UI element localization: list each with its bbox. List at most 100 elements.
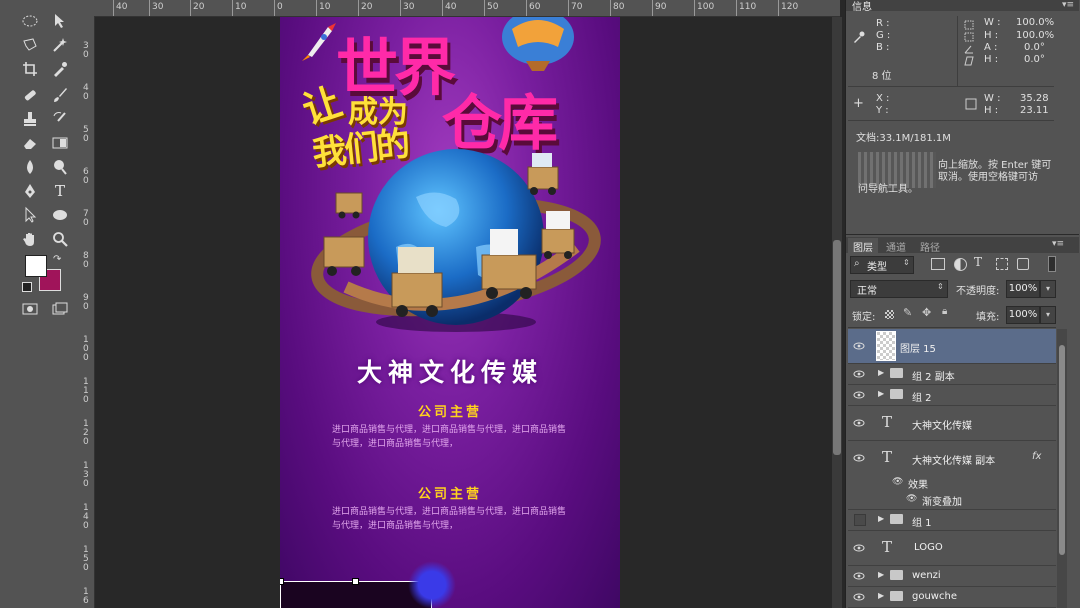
spot-healing-tool-icon[interactable] xyxy=(18,85,42,105)
filter-shape-icon[interactable] xyxy=(996,258,1008,270)
layer-row-wenzi[interactable]: ▶ wenzi xyxy=(848,566,1056,587)
layer-effects-fx-icon[interactable]: fx xyxy=(1032,451,1041,462)
layer-row-logo[interactable]: T LOGO xyxy=(848,531,1056,566)
filter-smart-object-icon[interactable] xyxy=(1017,258,1029,270)
opacity-input[interactable]: 100% xyxy=(1006,280,1040,298)
tab-paths[interactable]: 路径 xyxy=(920,239,940,254)
ruler-top-label: 70 xyxy=(571,2,583,12)
filter-type-icon[interactable]: T xyxy=(974,255,982,269)
filter-toggle[interactable] xyxy=(1048,256,1056,272)
layer-row-group2-copy[interactable]: ▶ 组 2 副本 xyxy=(848,364,1056,385)
tab-channels[interactable]: 通道 xyxy=(886,239,906,254)
company-name: 大神文化传媒 xyxy=(356,358,543,387)
effect-eye-icon[interactable]: 👁︎ xyxy=(906,494,917,504)
ruler-top-label: 50 xyxy=(487,2,499,12)
lock-all-icon[interactable]: 🔒︎ xyxy=(942,306,947,317)
type-tool-icon[interactable]: T xyxy=(48,181,72,201)
swap-colors-icon[interactable]: ↷ xyxy=(53,254,61,265)
folder-icon xyxy=(890,591,903,601)
info-panel-menu-icon[interactable]: ▾≡ xyxy=(1062,0,1074,10)
fill-input[interactable]: 100% xyxy=(1006,306,1040,324)
text-layer-icon: T xyxy=(882,413,893,431)
transform-handle-tl[interactable] xyxy=(280,578,284,585)
history-brush-tool-icon[interactable] xyxy=(48,109,72,129)
pen-tool-icon[interactable] xyxy=(18,181,42,201)
h2-label: H : xyxy=(984,54,999,65)
gradient-overlay-row[interactable]: 👁︎ 渐变叠加 xyxy=(848,492,1056,510)
screen-mode-icon[interactable] xyxy=(48,299,72,319)
visibility-eye-icon[interactable] xyxy=(852,451,866,465)
visibility-eye-icon[interactable] xyxy=(852,339,866,353)
ruler-top-tick xyxy=(652,0,653,16)
lasso-tool-icon[interactable] xyxy=(18,35,42,55)
layer-row-group2[interactable]: ▶ 组 2 xyxy=(848,385,1056,406)
ruler-top-tick xyxy=(316,0,317,16)
blend-mode-select[interactable]: 正常 ⇕ xyxy=(850,280,948,298)
filter-adjustment-icon[interactable] xyxy=(954,258,967,271)
elliptical-marquee-tool-icon[interactable] xyxy=(18,11,42,31)
visibility-eye-icon[interactable] xyxy=(852,541,866,555)
hand-tool-icon[interactable] xyxy=(18,229,42,249)
lock-transparent-icon[interactable] xyxy=(885,310,894,319)
lock-position-icon[interactable]: ✥ xyxy=(922,306,931,319)
eraser-tool-icon[interactable] xyxy=(18,133,42,153)
lock-pixels-icon[interactable]: ✎ xyxy=(903,306,912,319)
magic-wand-tool-icon[interactable] xyxy=(48,35,72,55)
visibility-eye-icon[interactable] xyxy=(852,569,866,583)
layer-row-gouwche[interactable]: ▶ gouwche xyxy=(848,587,1056,608)
brush-tool-icon[interactable] xyxy=(48,85,72,105)
expand-chevron-icon[interactable]: ▶ xyxy=(878,389,884,398)
ruler-top-label: 90 xyxy=(655,2,667,12)
filter-pixel-icon[interactable] xyxy=(931,258,945,270)
clone-stamp-tool-icon[interactable] xyxy=(18,109,42,129)
cart-5 xyxy=(527,153,559,195)
foreground-color-swatch[interactable] xyxy=(25,255,47,277)
dodge-tool-icon[interactable] xyxy=(48,157,72,177)
fill-dropdown-icon[interactable]: ▾ xyxy=(1040,306,1056,324)
tab-layers[interactable]: 图层 xyxy=(853,239,873,254)
expand-chevron-icon[interactable]: ▶ xyxy=(878,570,884,579)
ellipse-tool-icon[interactable] xyxy=(48,205,72,225)
info-tab[interactable]: 信息 xyxy=(852,0,872,13)
layer-row-company-text[interactable]: T 大神文化传媒 xyxy=(848,406,1056,441)
angle-icon xyxy=(964,45,973,54)
layer-row-layer15[interactable]: 图层 15 xyxy=(848,329,1056,364)
layer-filter-select[interactable]: ⌕ 类型 ⇕ xyxy=(850,256,914,274)
visibility-eye-icon[interactable] xyxy=(852,590,866,604)
canvas-scroll-thumb[interactable] xyxy=(833,240,841,455)
cart-1 xyxy=(323,236,365,276)
visibility-off-box[interactable] xyxy=(854,514,866,526)
folder-icon xyxy=(890,570,903,580)
ruler-left-label: 40 xyxy=(83,83,89,102)
move-tool-icon[interactable] xyxy=(48,11,72,31)
layer-row-company-text-copy[interactable]: T 大神文化传媒 副本 fx xyxy=(848,441,1056,475)
quick-mask-icon[interactable] xyxy=(18,299,42,319)
filter-search-icon: ⌕ xyxy=(854,258,860,269)
crop-tool-icon[interactable] xyxy=(18,59,42,79)
poster-document[interactable]: 让 世界 成为 我们的 仓库 大神文化传媒 公司主营 进口商品销售与代理，进口商… xyxy=(280,17,620,608)
ruler-left-label: 150 xyxy=(83,545,89,573)
layer-name: 大神文化传媒 副本 xyxy=(912,456,996,467)
layers-scroll-thumb[interactable] xyxy=(1059,345,1065,555)
layer-effects-row[interactable]: 👁︎ 效果 xyxy=(848,475,1056,491)
default-colors-icon[interactable] xyxy=(22,282,32,292)
a-value: 0.0° xyxy=(1024,42,1045,53)
zoom-tool-icon[interactable] xyxy=(48,229,72,249)
visibility-eye-icon[interactable] xyxy=(852,388,866,402)
expand-chevron-icon[interactable]: ▶ xyxy=(878,514,884,523)
layers-panel-menu-icon[interactable]: ▾≡ xyxy=(1052,239,1064,249)
expand-chevron-icon[interactable]: ▶ xyxy=(878,368,884,377)
eyedropper-tool-icon[interactable] xyxy=(48,59,72,79)
path-selection-tool-icon[interactable] xyxy=(18,205,42,225)
layer-row-group1[interactable]: ▶ 组 1 xyxy=(848,510,1056,531)
transform-handle-tm[interactable] xyxy=(352,578,359,585)
height-scale-icon xyxy=(964,32,974,42)
expand-chevron-icon[interactable]: ▶ xyxy=(878,591,884,600)
opacity-dropdown-icon[interactable]: ▾ xyxy=(1040,280,1056,298)
effect-eye-icon[interactable]: 👁︎ xyxy=(892,477,903,487)
visibility-eye-icon[interactable] xyxy=(852,367,866,381)
gradient-tool-icon[interactable] xyxy=(48,133,72,153)
visibility-eye-icon[interactable] xyxy=(852,416,866,430)
blur-tool-icon[interactable] xyxy=(18,157,42,177)
layer-thumbnail xyxy=(876,331,896,361)
